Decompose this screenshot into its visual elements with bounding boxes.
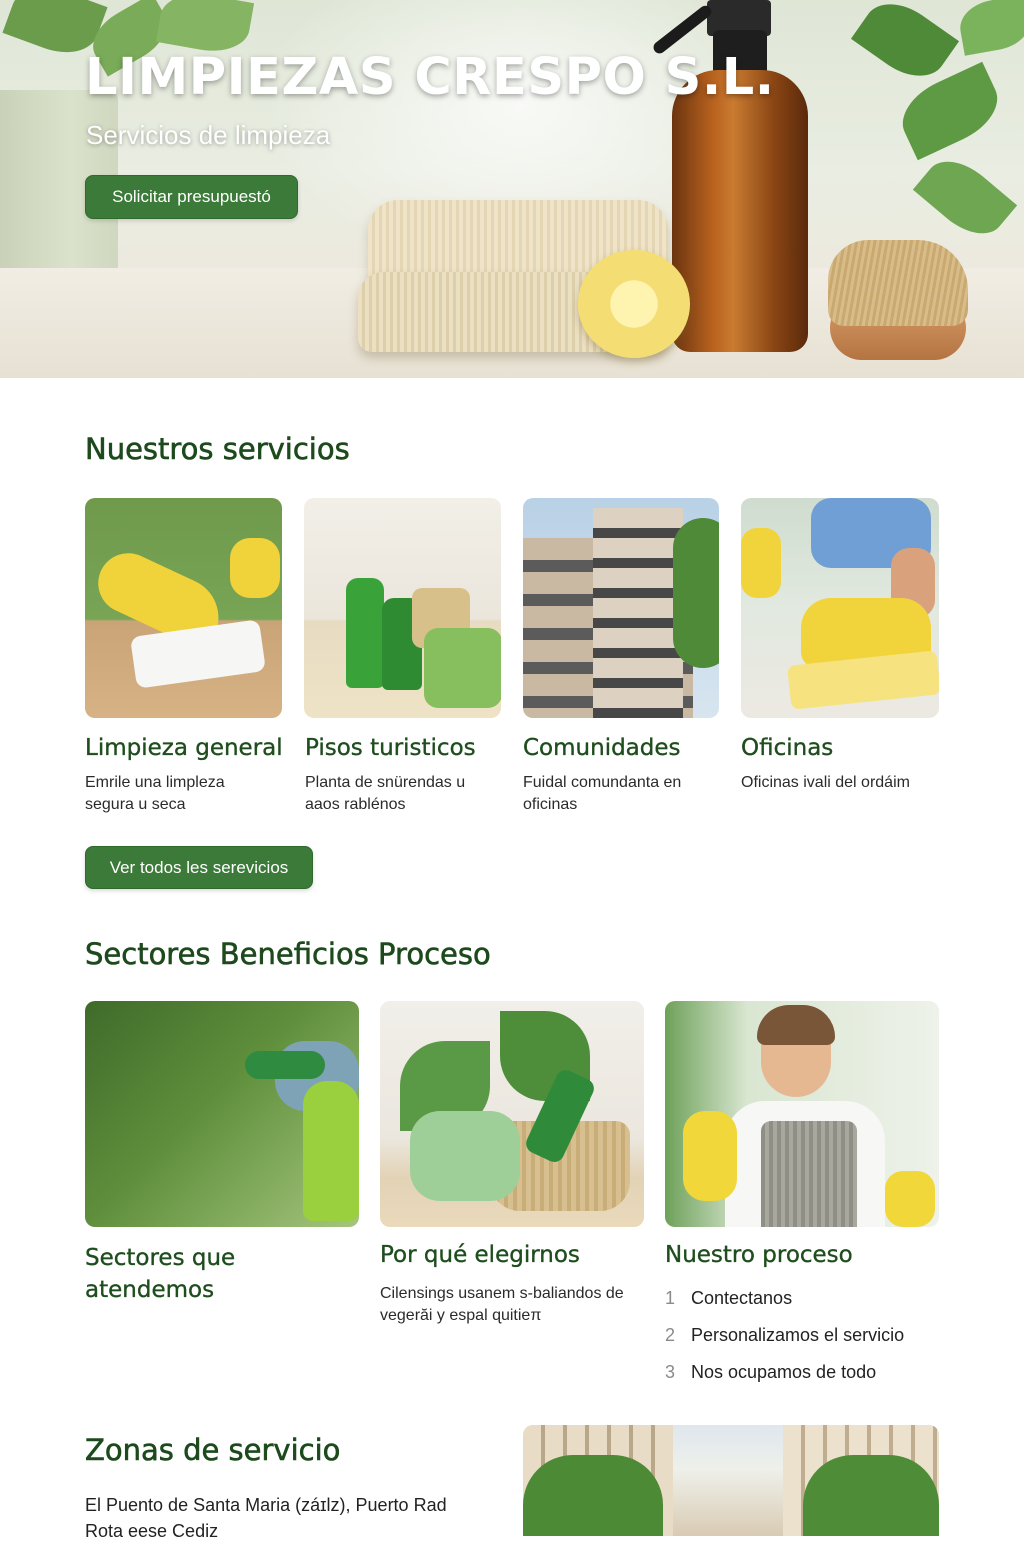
service-description: Oficinas ivali del ordáim xyxy=(741,774,910,791)
step-number: 3 xyxy=(665,1362,676,1382)
benefits-card-title[interactable]: Por qué elegirnos xyxy=(380,1242,580,1268)
nozzle-shape xyxy=(245,1051,325,1079)
spray-bottle-shape xyxy=(303,1081,359,1221)
tree-shape xyxy=(673,518,719,668)
service-title[interactable]: Oficinas xyxy=(741,735,834,761)
service-image-general[interactable] xyxy=(85,498,282,718)
brush-image xyxy=(828,240,968,326)
request-quote-button[interactable]: Solicitar presupuestó xyxy=(85,175,298,219)
leaf-decoration xyxy=(956,0,1024,56)
spray-bottle-image xyxy=(672,70,808,352)
service-title[interactable]: Comunidades xyxy=(523,735,681,761)
bottle-shape xyxy=(346,578,384,688)
process-image[interactable] xyxy=(665,1001,939,1227)
glove-shape xyxy=(885,1171,935,1227)
leaf-decoration xyxy=(912,147,1018,248)
step-number: 1 xyxy=(665,1288,676,1308)
hero-subtitle: Servicios de limpieza xyxy=(86,120,331,150)
service-image-oficinas[interactable] xyxy=(741,498,939,718)
sectors-card-title[interactable]: Sectores que atendemos xyxy=(85,1242,345,1306)
service-description: Planta de snürendas u aaos rablénos xyxy=(305,774,466,813)
glove-shape xyxy=(230,538,280,598)
tree-shape xyxy=(523,1455,663,1536)
thumbs-up-glove xyxy=(683,1111,737,1201)
person-hair xyxy=(757,1005,835,1045)
service-image-pisos[interactable] xyxy=(304,498,501,718)
step-number: 2 xyxy=(665,1325,676,1345)
cloth-shape xyxy=(130,619,266,689)
leaf-decoration xyxy=(850,0,960,91)
glove-shape xyxy=(410,1111,520,1201)
process-step: 3 Nos ocupamos de todo xyxy=(665,1362,876,1383)
process-step: 2 Personalizamos el servicio xyxy=(665,1325,904,1346)
zones-heading: Zonas de servicio xyxy=(85,1433,341,1468)
sectors-heading: Sectores Beneficios Proceso xyxy=(85,937,491,972)
step-label: Personalizamos el servicio xyxy=(691,1325,905,1345)
benefits-image[interactable] xyxy=(380,1001,644,1227)
service-title[interactable]: Limpieza general xyxy=(85,735,283,761)
towel-shape xyxy=(424,628,501,708)
tree-shape xyxy=(803,1455,939,1536)
service-description: Fuidal comundanta en oficinas xyxy=(523,774,682,813)
service-image-comunidades[interactable] xyxy=(523,498,719,718)
step-label: Nos ocupamos de todo xyxy=(691,1362,877,1382)
process-card-title[interactable]: Nuestro proceso xyxy=(665,1242,853,1268)
building-shape xyxy=(593,508,683,718)
service-description: Emrile una limpleza segura u seca xyxy=(85,774,225,813)
zones-image xyxy=(523,1425,939,1536)
hero-banner: LIMPIEZAS CRESPO S.L. Servicios de limpi… xyxy=(0,0,1024,378)
service-title[interactable]: Pisos turisticos xyxy=(305,735,476,761)
sectors-image[interactable] xyxy=(85,1001,359,1227)
zones-list-text: El Puento de Santa Maria (záɪlz), Puerto… xyxy=(85,1495,447,1541)
process-step: 1 Contectanos xyxy=(665,1288,792,1309)
view-all-services-button[interactable]: Ver todos les serevicios xyxy=(85,846,313,889)
leaf-decoration xyxy=(891,61,1009,161)
glove-shape xyxy=(741,528,781,598)
hero-title: LIMPIEZAS CRESPO S.L. xyxy=(85,48,775,107)
step-label: Contectanos xyxy=(691,1288,793,1308)
services-heading: Nuestros servicios xyxy=(85,432,350,467)
lemon-image xyxy=(578,250,690,358)
benefits-card-description: Cilensings usanem s-baliandos de vegerăi… xyxy=(380,1285,624,1324)
apron-shape xyxy=(761,1121,857,1227)
